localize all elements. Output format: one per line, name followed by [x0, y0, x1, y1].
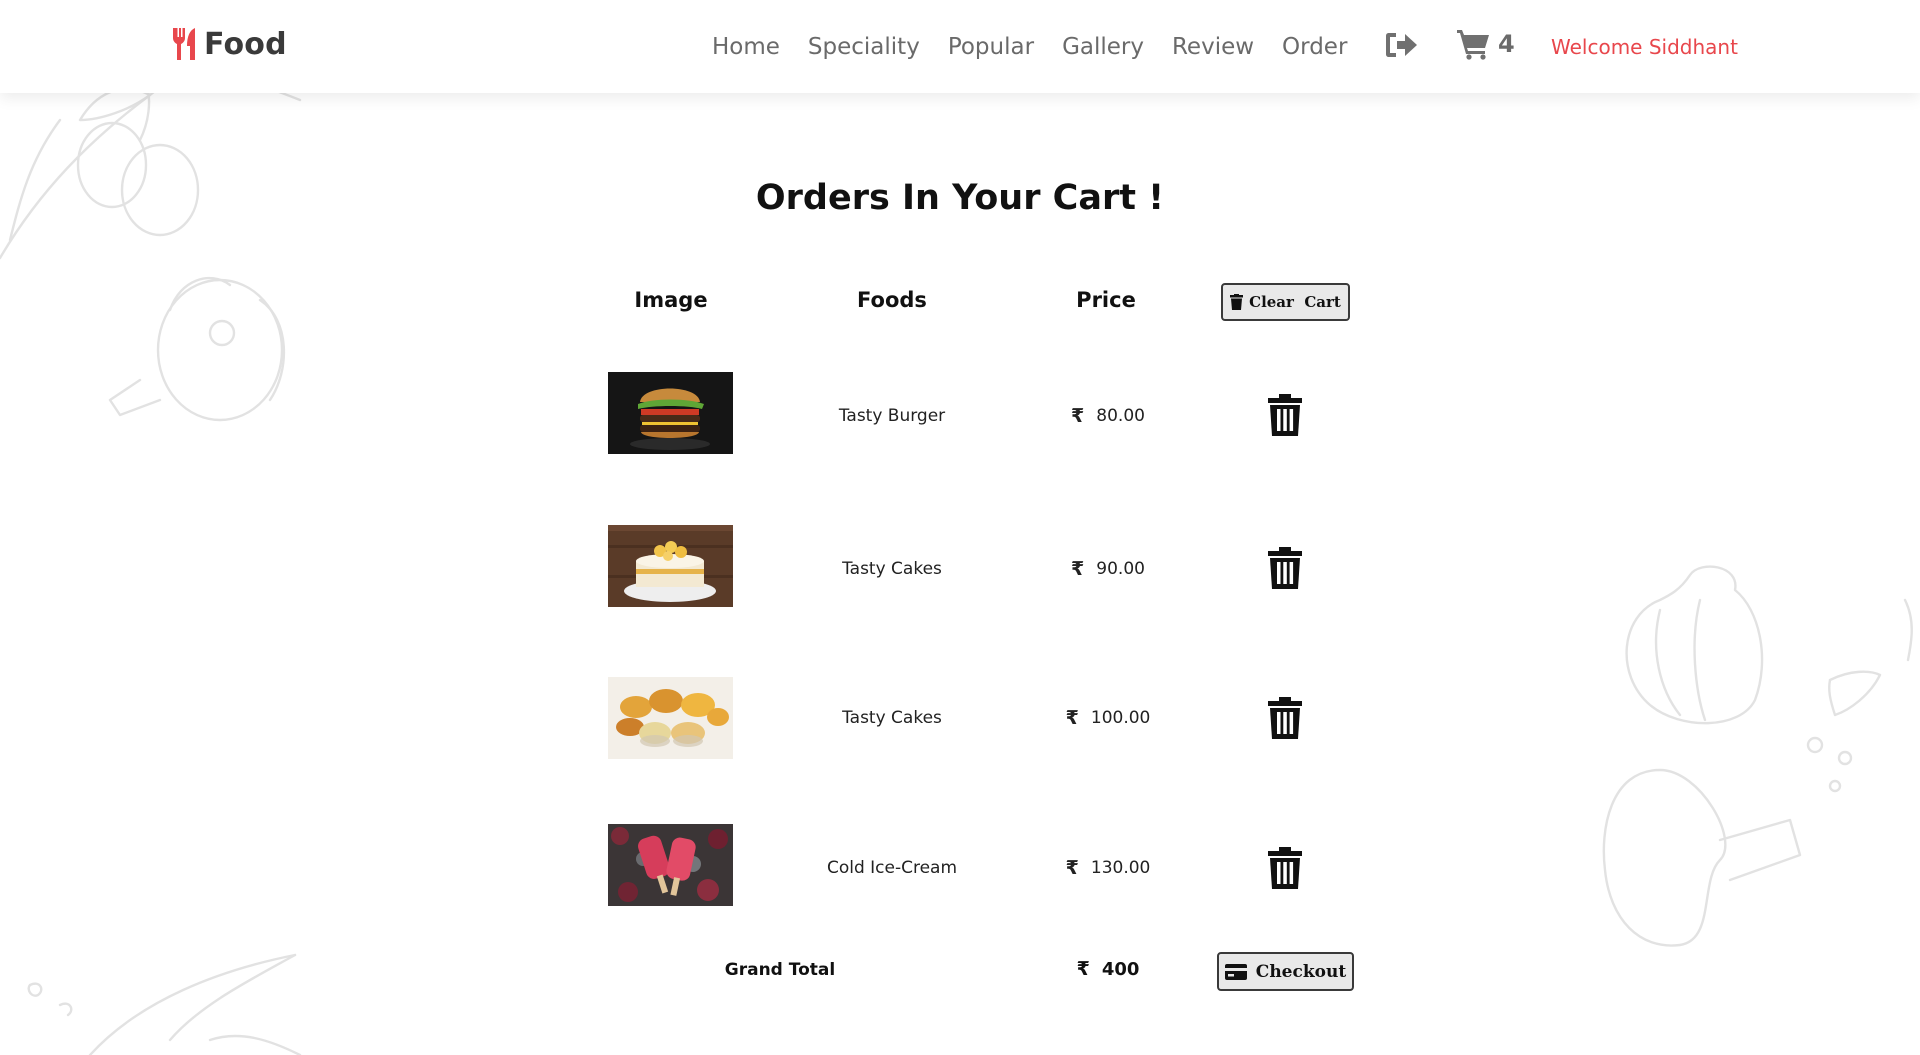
background-doodles	[0, 74, 1913, 1055]
nav-gallery[interactable]: Gallery	[1062, 34, 1144, 60]
checkout-label: Checkout	[1255, 961, 1347, 982]
cart-link[interactable]: 4	[1456, 28, 1515, 60]
food-image-burger	[608, 372, 733, 454]
column-header-image: Image	[634, 288, 708, 312]
nav-order[interactable]: Order	[1282, 34, 1347, 60]
column-header-foods: Foods	[857, 288, 927, 312]
price-3: ₹ 100.00	[1058, 707, 1158, 729]
price-1: ₹ 80.00	[1058, 405, 1158, 427]
nav-popular[interactable]: Popular	[948, 34, 1034, 60]
rupee-icon: ₹	[1076, 958, 1090, 980]
food-name-1: Tasty Burger	[838, 406, 946, 426]
page-title: Orders In Your Cart !	[755, 178, 1165, 218]
welcome-message: Welcome Siddhant	[1551, 35, 1738, 59]
site-header: Food Home Speciality Popular Gallery Rev…	[0, 0, 1920, 93]
price-value-2: 90.00	[1096, 559, 1145, 579]
clear-cart-button[interactable]: Clear Cart	[1221, 283, 1350, 321]
delete-item-4-icon[interactable]	[1266, 847, 1304, 889]
brand-logo[interactable]: Food	[170, 26, 287, 62]
price-value-4: 130.00	[1090, 858, 1151, 878]
delete-item-2-icon[interactable]	[1266, 547, 1304, 589]
food-image-cake	[608, 525, 733, 607]
nav-speciality[interactable]: Speciality	[808, 34, 920, 60]
delete-item-1-icon[interactable]	[1266, 394, 1304, 436]
trash-icon	[1230, 294, 1244, 310]
cart-count-badge: 4	[1498, 30, 1515, 58]
price-value-3: 100.00	[1090, 708, 1151, 728]
delete-item-3-icon[interactable]	[1266, 697, 1304, 739]
rupee-icon: ₹	[1065, 857, 1079, 879]
shopping-cart-icon	[1457, 30, 1489, 60]
price-4: ₹ 130.00	[1058, 857, 1158, 879]
grand-total-label: Grand Total	[724, 960, 836, 980]
rupee-icon: ₹	[1071, 558, 1085, 580]
rupee-icon: ₹	[1065, 707, 1079, 729]
column-header-price: Price	[1076, 288, 1136, 312]
credit-card-icon	[1224, 963, 1247, 980]
food-name-3: Tasty Cakes	[842, 708, 942, 728]
price-2: ₹ 90.00	[1058, 558, 1158, 580]
food-image-ice-cream	[608, 824, 733, 906]
nav-home[interactable]: Home	[712, 34, 780, 60]
sign-out-icon[interactable]	[1384, 30, 1418, 60]
food-image-pastries	[608, 677, 733, 759]
nav-review[interactable]: Review	[1172, 34, 1254, 60]
checkout-button[interactable]: Checkout	[1217, 952, 1354, 991]
grand-total-value: 400	[1101, 958, 1140, 980]
rupee-icon: ₹	[1071, 405, 1085, 427]
brand-name: Food	[204, 26, 287, 62]
utensils-icon	[173, 28, 195, 60]
grand-total: ₹ 400	[1058, 958, 1158, 980]
main-nav: Home Speciality Popular Gallery Review O…	[712, 0, 1347, 93]
food-name-2: Tasty Cakes	[842, 559, 942, 579]
clear-cart-label: Clear Cart	[1249, 293, 1341, 311]
price-value-1: 80.00	[1096, 406, 1145, 426]
food-name-4: Cold Ice-Cream	[826, 858, 958, 878]
